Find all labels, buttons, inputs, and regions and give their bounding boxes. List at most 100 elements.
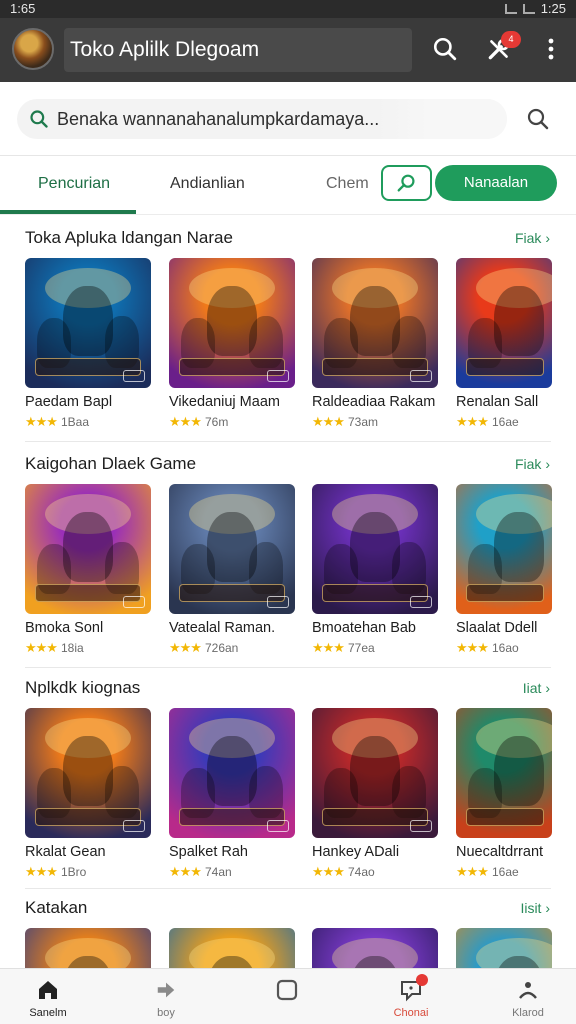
app-meta: ★★★ 73am: [312, 414, 440, 430]
app-card[interactable]: Hankey ADali ★★★ 74ao: [312, 708, 440, 880]
app-card[interactable]: [169, 928, 297, 968]
app-icon: [25, 928, 151, 968]
tab-search-button[interactable]: [381, 165, 432, 201]
arrow-right-icon: [126, 977, 206, 1003]
section-divider: [25, 667, 551, 668]
signal-icon: [522, 3, 535, 14]
app-name: Raldeadiaa Rakam: [312, 394, 436, 410]
app-card[interactable]: Vikedaniuj Maam ★★★ 76m: [169, 258, 297, 430]
rating-stars: ★★★: [312, 640, 345, 655]
status-icons: 1:25: [504, 1, 566, 16]
rating-stars: ★★★: [456, 864, 489, 879]
app-card[interactable]: [25, 928, 153, 968]
app-meta: ★★★ 76m: [169, 414, 297, 430]
section-divider: [25, 441, 551, 442]
app-meta: ★★★ 16ao: [456, 640, 552, 656]
app-name: Bmoatehan Bab: [312, 620, 416, 636]
app-title-box: Toko Aplilk Dlegoam: [64, 28, 412, 72]
app-size: 18ia: [60, 641, 84, 655]
app-card[interactable]: [312, 928, 440, 968]
app-meta: ★★★ 74ao: [312, 864, 440, 880]
app-icon: [456, 484, 552, 614]
app-card[interactable]: Raldeadiaa Rakam ★★★ 73am: [312, 258, 440, 430]
section-more-link[interactable]: Iisit ›: [520, 900, 550, 916]
app-icon: [169, 258, 295, 388]
search-submit-icon[interactable]: [526, 107, 550, 136]
active-tab-indicator: [0, 210, 136, 214]
app-icon: [456, 708, 552, 838]
app-size: 76m: [204, 415, 229, 429]
rating-stars: ★★★: [312, 864, 345, 879]
app-size: 1Bro: [60, 865, 87, 879]
section-more-link[interactable]: Iiat ›: [523, 680, 550, 696]
nav-label: Chonai: [393, 1007, 429, 1019]
notification-badge: 4: [501, 31, 521, 48]
app-card[interactable]: Rkalat Gean ★★★ 1Bro: [25, 708, 153, 880]
rating-stars: ★★★: [25, 640, 58, 655]
app-size: 1Baa: [60, 415, 89, 429]
app-name: Bmoka Sonl: [25, 620, 104, 636]
app-meta: ★★★ 16ae: [456, 864, 552, 880]
app-name: Paedam Bapl: [25, 394, 113, 410]
app-icon: [312, 258, 438, 388]
rating-stars: ★★★: [456, 414, 489, 429]
app-size: 16ao: [491, 641, 519, 655]
rating-stars: ★★★: [456, 640, 489, 655]
section-more-link[interactable]: Fiak ›: [515, 456, 550, 472]
cta-button[interactable]: Nanaalan: [435, 165, 557, 201]
account-icon: [488, 977, 568, 1003]
app-meta: ★★★ 726an: [169, 640, 297, 656]
category-tabs: Pencurian Andianlian Chem Nanaalan: [0, 157, 576, 215]
tab-pencurian[interactable]: Pencurian: [38, 175, 110, 193]
search-icon[interactable]: [430, 34, 460, 64]
chat-icon: [371, 974, 451, 1003]
more-vert-icon[interactable]: [536, 34, 566, 64]
rating-stars: ★★★: [312, 414, 345, 429]
app-card[interactable]: Nuecaltdrrant ★★★ 16ae: [456, 708, 552, 880]
app-meta: ★★★ 16ae: [456, 414, 552, 430]
app-card[interactable]: Bmoatehan Bab ★★★ 77ea: [312, 484, 440, 656]
app-card[interactable]: Vatealal Raman. ★★★ 726an: [169, 484, 297, 656]
app-icon: [456, 928, 552, 968]
status-bar: 1:65 1:25: [0, 0, 576, 18]
nav-item-play[interactable]: boy: [126, 977, 206, 1019]
app-title: Toko Aplilk Dlegoam: [70, 38, 260, 61]
app-card[interactable]: Spalket Rah ★★★ 74an: [169, 708, 297, 880]
nav-label: Sanelm: [29, 1007, 67, 1019]
app-card[interactable]: [456, 928, 552, 968]
app-size: 77ea: [347, 641, 375, 655]
nav-item-apps[interactable]: [247, 977, 327, 1007]
app-name: Slaalat Ddell: [456, 620, 538, 636]
app-meta: ★★★ 77ea: [312, 640, 440, 656]
app-card[interactable]: Paedam Bapl ★★★ 1Baa: [25, 258, 153, 430]
app-card[interactable]: Slaalat Ddell ★★★ 16ao: [456, 484, 552, 656]
nav-item-chat[interactable]: Chonai: [371, 974, 451, 1019]
app-name: Spalket Rah: [169, 844, 248, 860]
search-query-text: Benaka wannanahanalumpkardamaya...: [57, 109, 380, 129]
home-icon: [8, 977, 88, 1003]
section-title: Katakan: [25, 898, 88, 917]
app-icon: [169, 708, 295, 838]
nav-item-account[interactable]: Klarod: [488, 977, 568, 1019]
app-logo-avatar[interactable]: [12, 28, 54, 70]
app-name: Vikedaniuj Maam: [169, 394, 280, 410]
app-icon: [456, 258, 552, 388]
section-title: Nplkdk kiognas: [25, 678, 141, 697]
search-fade: [377, 99, 507, 139]
section-more-link[interactable]: Fiak ›: [515, 230, 550, 246]
app-size: 73am: [347, 415, 378, 429]
app-meta: ★★★ 1Baa: [25, 414, 153, 430]
section-title: Kaigohan Dlaek Game: [25, 454, 197, 473]
search-row: Benaka wannanahanalumpkardamaya...: [0, 82, 576, 156]
tab-andianlian[interactable]: Andianlian: [170, 175, 245, 193]
app-icon: [169, 484, 295, 614]
app-icon: [25, 484, 151, 614]
search-input[interactable]: Benaka wannanahanalumpkardamaya...: [17, 99, 507, 139]
app-name: Rkalat Gean: [25, 844, 106, 860]
app-card[interactable]: Renalan Sall ★★★ 16ae: [456, 258, 552, 430]
bottom-navigation: Sanelm boy Chonai Klarod: [0, 968, 576, 1024]
app-card[interactable]: Bmoka Sonl ★★★ 18ia: [25, 484, 153, 656]
nav-item-home[interactable]: Sanelm: [8, 977, 88, 1019]
tab-chem[interactable]: Chem: [326, 175, 369, 193]
app-icon: [25, 258, 151, 388]
